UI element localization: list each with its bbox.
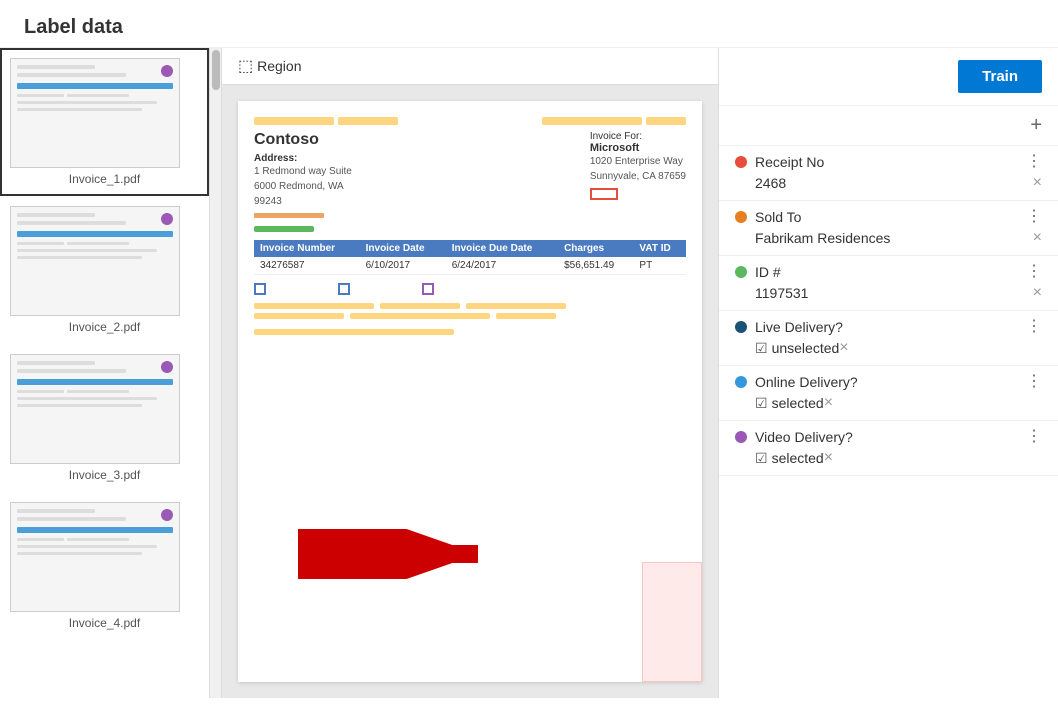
sidebar-label-invoice4: Invoice_4.pdf: [10, 612, 199, 630]
col-invoice-date: Invoice Date: [360, 240, 446, 257]
company-name: Contoso: [254, 131, 352, 149]
field-item-id: ID # ⋮ 1197531 ×: [719, 256, 1058, 311]
field-value-sold-to: Fabrikam Residences: [755, 230, 1033, 246]
right-panel: Train + Receipt No ⋮ 2468: [718, 48, 1058, 698]
field-name-sold-to: Sold To: [755, 209, 801, 225]
train-button-row: Train: [719, 48, 1058, 106]
dot-live-delivery: [735, 321, 747, 333]
red-arrow: [298, 529, 498, 582]
cell-invoice-due-date: 6/24/2017: [446, 257, 558, 275]
clear-online-delivery[interactable]: ×: [824, 394, 833, 412]
field-value-video-delivery: ☑ selected: [755, 450, 824, 467]
document-sidebar: Invoice_1.pdf Invoice_2.pdf: [0, 48, 210, 698]
sidebar-item-invoice3[interactable]: Invoice_3.pdf: [0, 344, 209, 492]
field-item-receipt-no: Receipt No ⋮ 2468 ×: [719, 146, 1058, 201]
address-label: Address:: [254, 153, 352, 164]
col-vat-id: VAT ID: [633, 240, 686, 257]
page-title: Label data: [0, 0, 1058, 48]
cell-invoice-date: 6/10/2017: [360, 257, 446, 275]
invoice-for: Invoice For: Microsoft 1020 Enterprise W…: [590, 131, 686, 218]
cell-vat-id: PT: [633, 257, 686, 275]
clear-receipt-no[interactable]: ×: [1033, 174, 1042, 192]
dot-id: [735, 266, 747, 278]
field-name-id: ID #: [755, 264, 781, 280]
field-item-live-delivery: Live Delivery? ⋮ ☑ unselected ×: [719, 311, 1058, 366]
thumb-dot-3: [161, 361, 173, 373]
sidebar-scrollbar[interactable]: [210, 48, 222, 698]
field-value-id: 1197531: [755, 285, 1033, 301]
dot-receipt-no: [735, 156, 747, 168]
invoice-table: Invoice Number Invoice Date Invoice Due …: [254, 240, 686, 275]
pink-highlight-area: [642, 562, 702, 682]
table-checkboxes: [254, 283, 686, 295]
more-live-delivery[interactable]: ⋮: [1026, 319, 1042, 335]
company-address: 1 Redmond way Suite6000 Redmond, WA99243: [254, 164, 352, 209]
field-name-receipt-no: Receipt No: [755, 154, 824, 170]
doc-content: Contoso Address: 1 Redmond way Suite6000…: [222, 85, 718, 698]
cell-invoice-number: 34276587: [254, 257, 360, 275]
col-charges: Charges: [558, 240, 633, 257]
col-invoice-number: Invoice Number: [254, 240, 360, 257]
sidebar-item-invoice1[interactable]: Invoice_1.pdf: [0, 48, 209, 196]
more-online-delivery[interactable]: ⋮: [1026, 374, 1042, 390]
add-field-icon[interactable]: +: [1030, 114, 1042, 137]
field-list: Receipt No ⋮ 2468 × Sold To: [719, 146, 1058, 476]
more-video-delivery[interactable]: ⋮: [1026, 429, 1042, 445]
clear-video-delivery[interactable]: ×: [824, 449, 833, 467]
field-item-online-delivery: Online Delivery? ⋮ ☑ selected ×: [719, 366, 1058, 421]
thumb-dot-4: [161, 509, 173, 521]
thumb-dot-1: [161, 65, 173, 77]
checkbox-icon-video: ☑: [755, 450, 768, 467]
field-name-live-delivery: Live Delivery?: [755, 319, 843, 335]
field-name-video-delivery: Video Delivery?: [755, 429, 853, 445]
table-row: 34276587 6/10/2017 6/24/2017 $56,651.49 …: [254, 257, 686, 275]
sidebar-label-invoice2: Invoice_2.pdf: [10, 316, 199, 334]
region-label: Region: [257, 58, 301, 74]
more-receipt-no[interactable]: ⋮: [1026, 154, 1042, 170]
dot-online-delivery: [735, 376, 747, 388]
doc-toolbar: ⬚ Region: [222, 48, 718, 85]
invoice-for-name: Microsoft: [590, 142, 686, 154]
scrollbar-thumb[interactable]: [212, 50, 220, 90]
cell-charges: $56,651.49: [558, 257, 633, 275]
thumb-dot-2: [161, 213, 173, 225]
sidebar-item-invoice4[interactable]: Invoice_4.pdf: [0, 492, 209, 640]
invoice-document: Contoso Address: 1 Redmond way Suite6000…: [238, 101, 702, 682]
checkbox-sq-2: [338, 283, 350, 295]
region-button[interactable]: ⬚ Region: [238, 56, 302, 76]
more-sold-to[interactable]: ⋮: [1026, 209, 1042, 225]
train-button[interactable]: Train: [958, 60, 1042, 93]
field-item-video-delivery: Video Delivery? ⋮ ☑ selected ×: [719, 421, 1058, 476]
invoice-header-row: Contoso Address: 1 Redmond way Suite6000…: [254, 131, 686, 218]
dot-video-delivery: [735, 431, 747, 443]
clear-id[interactable]: ×: [1033, 284, 1042, 302]
doc-highlights-bottom: [254, 303, 686, 335]
field-item-sold-to: Sold To ⋮ Fabrikam Residences ×: [719, 201, 1058, 256]
invoice-for-addr: 1020 Enterprise WaySunnyvale, CA 87659: [590, 154, 686, 184]
top-highlights: [254, 117, 686, 125]
field-name-online-delivery: Online Delivery?: [755, 374, 858, 390]
clear-live-delivery[interactable]: ×: [839, 339, 848, 357]
region-icon: ⬚: [238, 56, 253, 76]
green-highlight: [254, 226, 314, 232]
field-value-live-delivery: ☑ unselected: [755, 340, 839, 357]
add-field-row: +: [719, 106, 1058, 146]
dot-sold-to: [735, 211, 747, 223]
field-value-online-delivery: ☑ selected: [755, 395, 824, 412]
more-id[interactable]: ⋮: [1026, 264, 1042, 280]
sidebar-item-invoice2[interactable]: Invoice_2.pdf: [0, 196, 209, 344]
checkbox-icon-online: ☑: [755, 395, 768, 412]
field-value-receipt-no: 2468: [755, 175, 1033, 191]
document-viewer: ⬚ Region: [222, 48, 718, 698]
checkbox-sq-1: [254, 283, 266, 295]
col-invoice-due-date: Invoice Due Date: [446, 240, 558, 257]
checkbox-sq-3: [422, 283, 434, 295]
clear-sold-to[interactable]: ×: [1033, 229, 1042, 247]
sidebar-label-invoice1: Invoice_1.pdf: [10, 168, 199, 186]
invoice-for-label: Invoice For:: [590, 131, 686, 142]
sidebar-label-invoice3: Invoice_3.pdf: [10, 464, 199, 482]
checkbox-icon-live: ☑: [755, 340, 768, 357]
